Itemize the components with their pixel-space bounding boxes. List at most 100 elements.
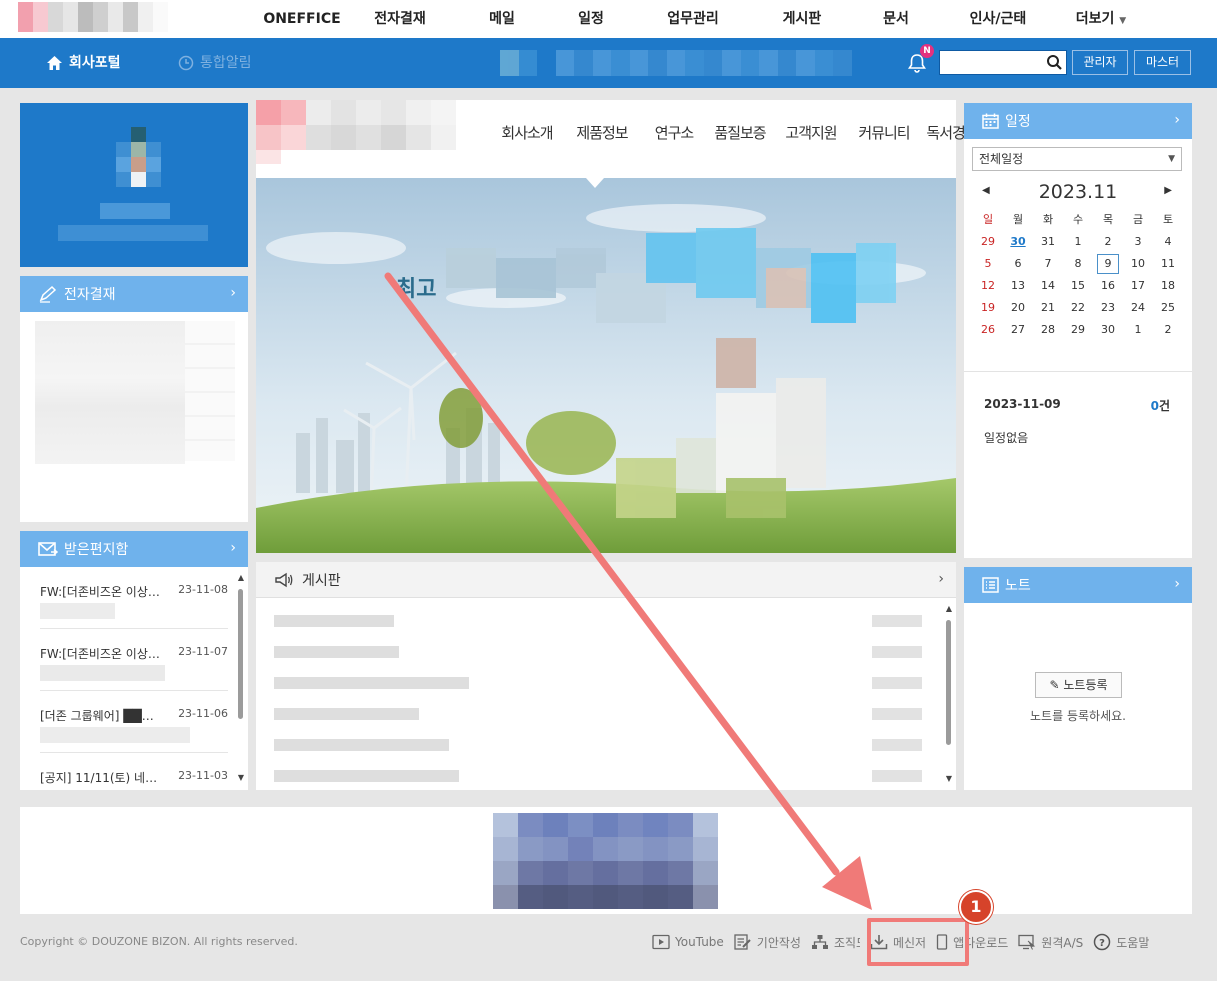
calendar-day[interactable]: 5 (973, 253, 1003, 275)
draft-link[interactable]: 기안작성 (734, 934, 801, 951)
board-header[interactable]: 게시판 › (256, 562, 956, 598)
mail-item[interactable]: [공지] 11/11(토) 네… 23-11-03 (40, 753, 228, 790)
scroll-down-arrow[interactable]: ▼ (238, 773, 244, 782)
banner-ad[interactable] (20, 807, 1192, 914)
mail-subject: [공지] 11/11(토) 네… (40, 771, 158, 785)
schedule-header[interactable]: 일정 › (964, 103, 1192, 139)
calendar-day[interactable]: 14 (1033, 275, 1063, 297)
inbox-header[interactable]: 받은편지함 › (20, 531, 248, 567)
menu-board[interactable]: 게시판 (762, 0, 842, 38)
next-month-button[interactable]: ▶ (1164, 185, 1172, 196)
search-icon[interactable] (1046, 54, 1063, 71)
company-nav-item[interactable]: 고객지원 (770, 122, 852, 143)
youtube-link[interactable]: YouTube (652, 934, 724, 950)
calendar-day[interactable]: 13 (1003, 275, 1033, 297)
board-row[interactable] (256, 637, 956, 668)
schedule-filter-select[interactable]: 전체일정 ▼ (972, 147, 1182, 171)
calendar-day[interactable]: 18 (1153, 275, 1183, 297)
remote-support-icon (1018, 934, 1036, 950)
chevron-right-icon[interactable]: › (1174, 112, 1180, 128)
company-logo[interactable] (18, 2, 168, 32)
calendar-day[interactable]: 2 (1093, 231, 1123, 253)
board-row[interactable] (256, 730, 956, 761)
search-input[interactable] (940, 51, 1044, 74)
calendar-day[interactable]: 30 (1093, 319, 1123, 341)
board-row[interactable] (256, 668, 956, 699)
calendar-day-today[interactable]: 9 (1093, 253, 1123, 275)
user-info-blurred (500, 50, 870, 76)
org-chart-link[interactable]: 조직도 (811, 934, 860, 951)
scroll-up-arrow[interactable]: ▲ (238, 573, 244, 582)
calendar-day[interactable]: 21 (1033, 297, 1063, 319)
calendar-day[interactable]: 3 (1123, 231, 1153, 253)
calendar-day[interactable]: 11 (1153, 253, 1183, 275)
calendar-day[interactable]: 29 (1063, 319, 1093, 341)
mail-item[interactable]: FW:[더존비즈온 이상… 23-11-08 (40, 567, 228, 629)
mail-date: 23-11-06 (178, 707, 228, 720)
company-nav-item[interactable]: 커뮤니티 (852, 122, 916, 143)
tab-integrated-alert[interactable]: 통합알림 (178, 38, 252, 88)
board-row[interactable] (256, 699, 956, 730)
calendar-day[interactable]: 27 (1003, 319, 1033, 341)
chevron-right-icon[interactable]: › (938, 571, 944, 587)
calendar-day[interactable]: 4 (1153, 231, 1183, 253)
menu-hr[interactable]: 인사/근태 (950, 0, 1046, 38)
mail-item[interactable]: [더존 그룹웨어] ██… 23-11-06 (40, 691, 228, 753)
board-date-blurred (872, 615, 922, 627)
add-note-button[interactable]: ✎ 노트등록 (1035, 672, 1122, 698)
calendar-day[interactable]: 19 (973, 297, 1003, 319)
mail-subject: [더존 그룹웨어] ██… (40, 709, 154, 723)
calendar-day[interactable]: 24 (1123, 297, 1153, 319)
calendar-day[interactable]: 10 (1123, 253, 1153, 275)
admin-button[interactable]: 관리자 (1072, 50, 1128, 75)
menu-docs[interactable]: 문서 (842, 0, 950, 38)
calendar-day[interactable]: 6 (1003, 253, 1033, 275)
mail-subject: FW:[더존비즈온 이상… (40, 647, 160, 661)
board-scrollbar[interactable] (946, 620, 951, 745)
company-nav-item[interactable]: 품질보증 (710, 122, 770, 143)
calendar-day[interactable]: 28 (1033, 319, 1063, 341)
calendar-day[interactable]: 25 (1153, 297, 1183, 319)
calendar-day[interactable]: 31 (1033, 231, 1063, 253)
company-nav-item[interactable]: 연구소 (638, 122, 710, 143)
calendar-day[interactable]: 12 (973, 275, 1003, 297)
company-nav-item[interactable]: 회사소개 (488, 122, 566, 143)
scroll-up-arrow[interactable]: ▲ (946, 604, 952, 613)
calendar-day[interactable]: 17 (1123, 275, 1153, 297)
mail-scrollbar[interactable] (238, 589, 243, 719)
calendar-day[interactable]: 2 (1153, 319, 1183, 341)
company-nav-item[interactable]: 제품정보 (566, 122, 638, 143)
approval-header[interactable]: 전자결재 › (20, 276, 248, 312)
chevron-right-icon[interactable]: › (230, 285, 236, 301)
menu-task[interactable]: 업무관리 (624, 0, 762, 38)
master-button[interactable]: 마스터 (1134, 50, 1191, 75)
tab-company-portal[interactable]: 회사포털 (46, 38, 121, 88)
calendar-day[interactable]: 20 (1003, 297, 1033, 319)
chevron-right-icon[interactable]: › (1174, 576, 1180, 592)
chevron-right-icon[interactable]: › (230, 540, 236, 556)
scroll-down-arrow[interactable]: ▼ (946, 774, 952, 783)
help-link[interactable]: ? 도움말 (1093, 933, 1149, 951)
board-row[interactable] (256, 761, 956, 792)
remote-support-link[interactable]: 원격A/S (1018, 934, 1083, 951)
calendar-day[interactable]: 26 (973, 319, 1003, 341)
board-row[interactable] (256, 606, 956, 637)
calendar-day[interactable]: 1 (1063, 231, 1093, 253)
calendar-day[interactable]: 29 (973, 231, 1003, 253)
menu-oneffice[interactable]: ONEFFICE (250, 0, 354, 38)
calendar-day[interactable]: 30 (1003, 231, 1033, 253)
note-header[interactable]: 노트 › (964, 567, 1192, 603)
calendar-day[interactable]: 1 (1123, 319, 1153, 341)
calendar-day[interactable]: 15 (1063, 275, 1093, 297)
mail-item[interactable]: FW:[더존비즈온 이상… 23-11-07 (40, 629, 228, 691)
calendar-day[interactable]: 8 (1063, 253, 1093, 275)
menu-approval[interactable]: 전자결재 (354, 0, 446, 38)
today-label: 9 (1097, 254, 1119, 274)
calendar-day[interactable]: 7 (1033, 253, 1063, 275)
calendar-day[interactable]: 23 (1093, 297, 1123, 319)
menu-mail[interactable]: 메일 (446, 0, 558, 38)
menu-more[interactable]: 더보기 ▼ (1046, 0, 1156, 38)
menu-schedule[interactable]: 일정 (558, 0, 624, 38)
calendar-day[interactable]: 22 (1063, 297, 1093, 319)
calendar-day[interactable]: 16 (1093, 275, 1123, 297)
